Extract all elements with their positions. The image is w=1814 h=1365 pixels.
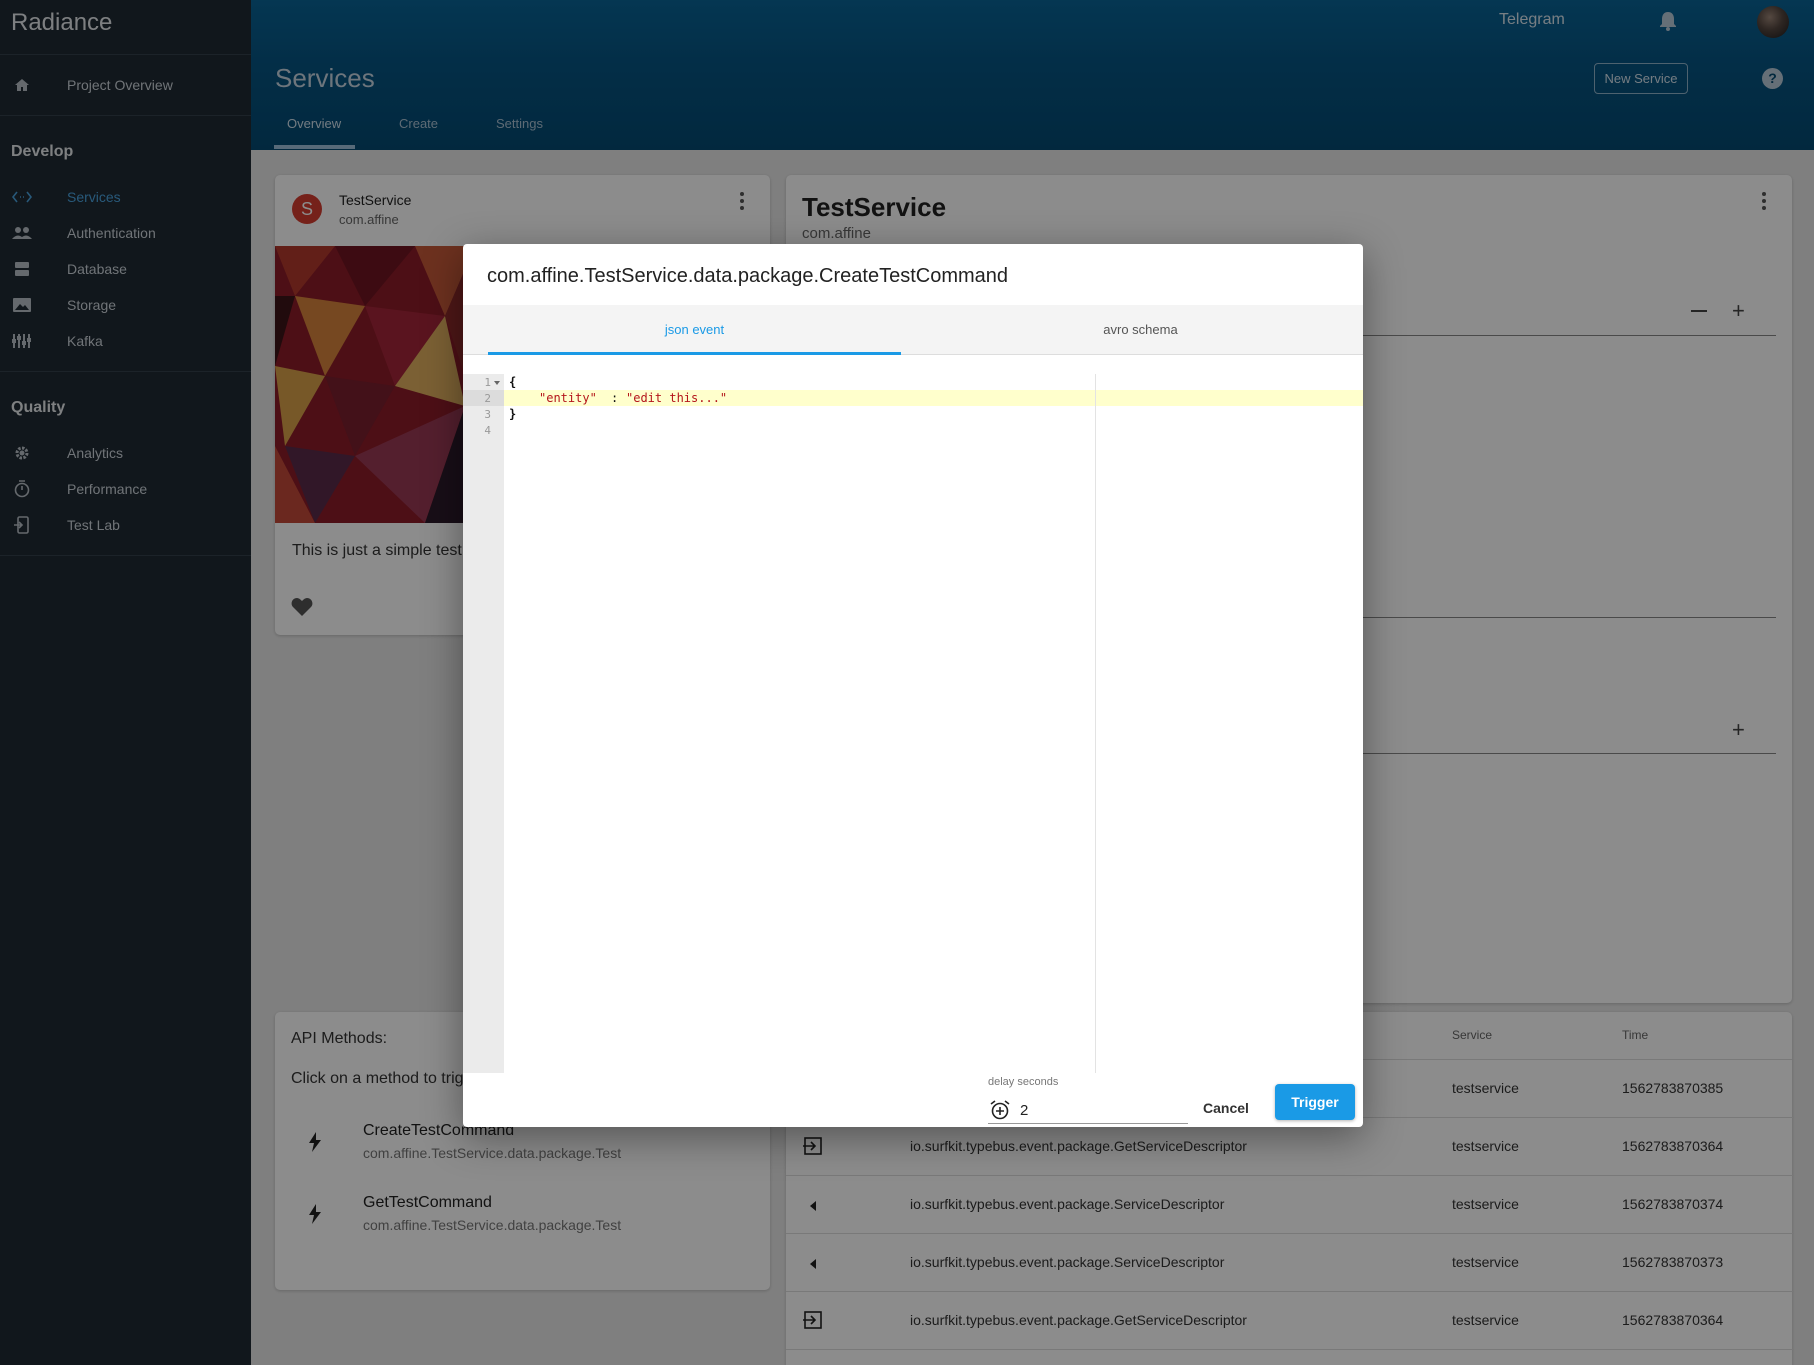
line-number: 1: [484, 376, 491, 389]
modal-scrim[interactable]: [0, 0, 251, 1365]
code-line: {: [509, 375, 517, 389]
fold-icon[interactable]: [494, 381, 500, 385]
delay-value: 2: [1020, 1102, 1029, 1119]
dialog-tabs: json event avro schema: [463, 305, 1363, 355]
json-key: "entity": [539, 391, 597, 405]
delay-label: delay seconds: [988, 1076, 1059, 1088]
modal-scrim[interactable]: [251, 0, 1814, 150]
line-number: 2: [484, 392, 491, 405]
tab-avro-schema[interactable]: avro schema: [934, 305, 1347, 355]
code-gutter: [463, 374, 504, 1073]
alarm-add-icon: [990, 1100, 1010, 1125]
json-value: "edit this...": [626, 391, 728, 405]
trigger-event-dialog: com.affine.TestService.data.package.Crea…: [463, 244, 1363, 1127]
line-number: 3: [484, 408, 491, 421]
dialog-title: com.affine.TestService.data.package.Crea…: [487, 265, 1009, 287]
active-tab-indicator: [488, 352, 901, 355]
line-number: 4: [484, 424, 491, 437]
trigger-button[interactable]: Trigger: [1275, 1084, 1355, 1120]
delay-seconds-input[interactable]: 2: [988, 1094, 1188, 1124]
cancel-button[interactable]: Cancel: [1196, 1090, 1256, 1126]
tab-json-event[interactable]: json event: [488, 305, 901, 355]
json-editor[interactable]: { "entity" : "edit this..." }: [504, 374, 1363, 1073]
code-line: }: [509, 407, 517, 421]
json-colon: :: [611, 391, 626, 405]
